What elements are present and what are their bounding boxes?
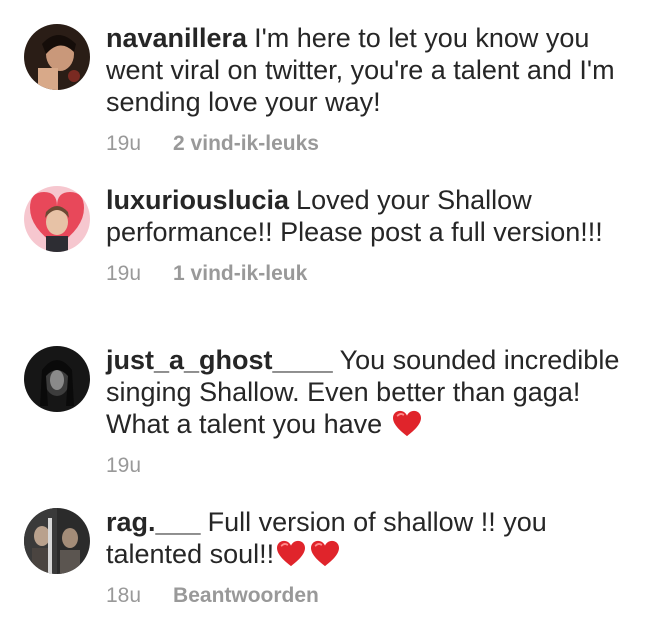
comment-username[interactable]: luxuriouslucia [106, 185, 289, 215]
avatar[interactable] [24, 24, 90, 90]
likes-count[interactable]: 2 vind-ik-leuks [173, 132, 319, 156]
comment-content: just_a_ghost____ You sounded incredible s… [106, 344, 631, 480]
likes-count[interactable]: 1 vind-ik-leuk [173, 262, 307, 286]
comment-time[interactable]: 19u [106, 262, 141, 286]
red-heart-icon [392, 410, 421, 437]
avatar-photo-icon [24, 186, 90, 252]
comment-text-block: rag.___ Full version of shallow !! you ta… [106, 506, 631, 570]
comment-content: luxuriouslucia Loved your Shallow perform… [106, 184, 631, 288]
comment-meta: 19u 1 vind-ik-leuk [106, 260, 631, 288]
comment-meta: 18u Beantwoorden [106, 582, 631, 610]
avatar-photo-icon [24, 24, 90, 90]
avatar[interactable] [24, 346, 90, 412]
reply-button[interactable]: Beantwoorden [173, 584, 319, 608]
comment-text-block: luxuriouslucia Loved your Shallow perform… [106, 184, 631, 248]
comment-username[interactable]: rag.___ [106, 507, 201, 537]
comment-username[interactable]: just_a_ghost____ [106, 345, 333, 375]
comment-text-block: just_a_ghost____ You sounded incredible s… [106, 344, 631, 440]
comment-meta: 19u 2 vind-ik-leuks [106, 130, 631, 158]
red-heart-icon [277, 540, 306, 567]
comment-content: navanillera I'm here to let you know you … [106, 22, 631, 158]
avatar-photo-icon [24, 508, 90, 574]
avatar[interactable] [24, 508, 90, 574]
comment-meta: 19u [106, 452, 631, 480]
comment-text-block: navanillera I'm here to let you know you … [106, 22, 631, 118]
avatar[interactable] [24, 186, 90, 252]
comment-time[interactable]: 19u [106, 132, 141, 156]
avatar-photo-icon [24, 346, 90, 412]
comment-time[interactable]: 19u [106, 454, 141, 478]
comment-time[interactable]: 18u [106, 584, 141, 608]
comment-content: rag.___ Full version of shallow !! you ta… [106, 506, 631, 610]
red-heart-icon [311, 540, 340, 567]
comment-username[interactable]: navanillera [106, 23, 247, 53]
